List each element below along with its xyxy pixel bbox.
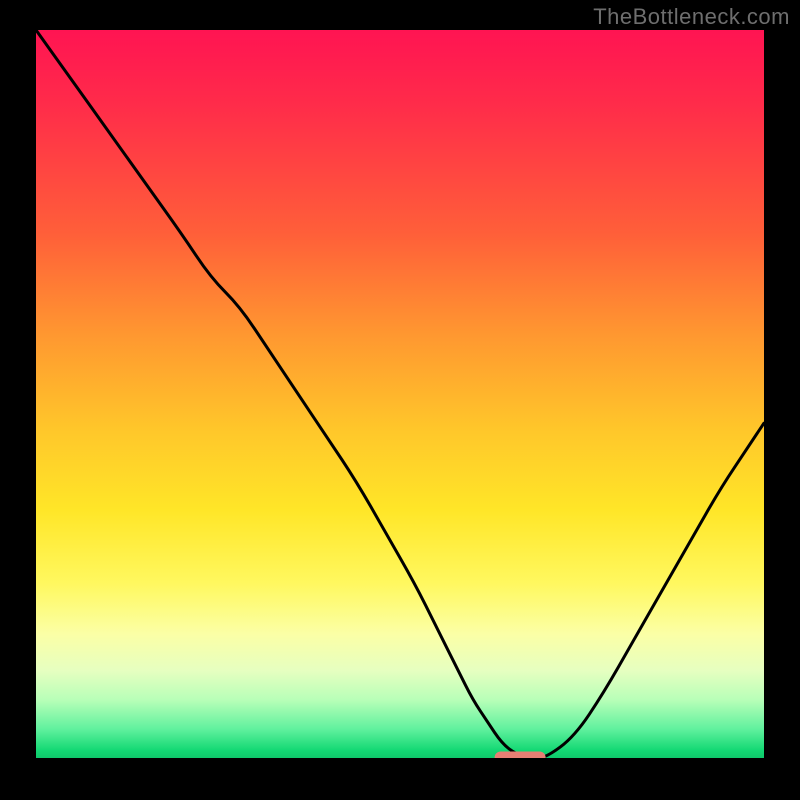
plot-area xyxy=(36,30,764,758)
chart-frame: TheBottleneck.com xyxy=(0,0,800,800)
curve-path xyxy=(36,30,764,758)
watermark-text: TheBottleneck.com xyxy=(593,4,790,30)
bottleneck-curve xyxy=(36,30,764,758)
optimal-marker xyxy=(495,752,546,759)
